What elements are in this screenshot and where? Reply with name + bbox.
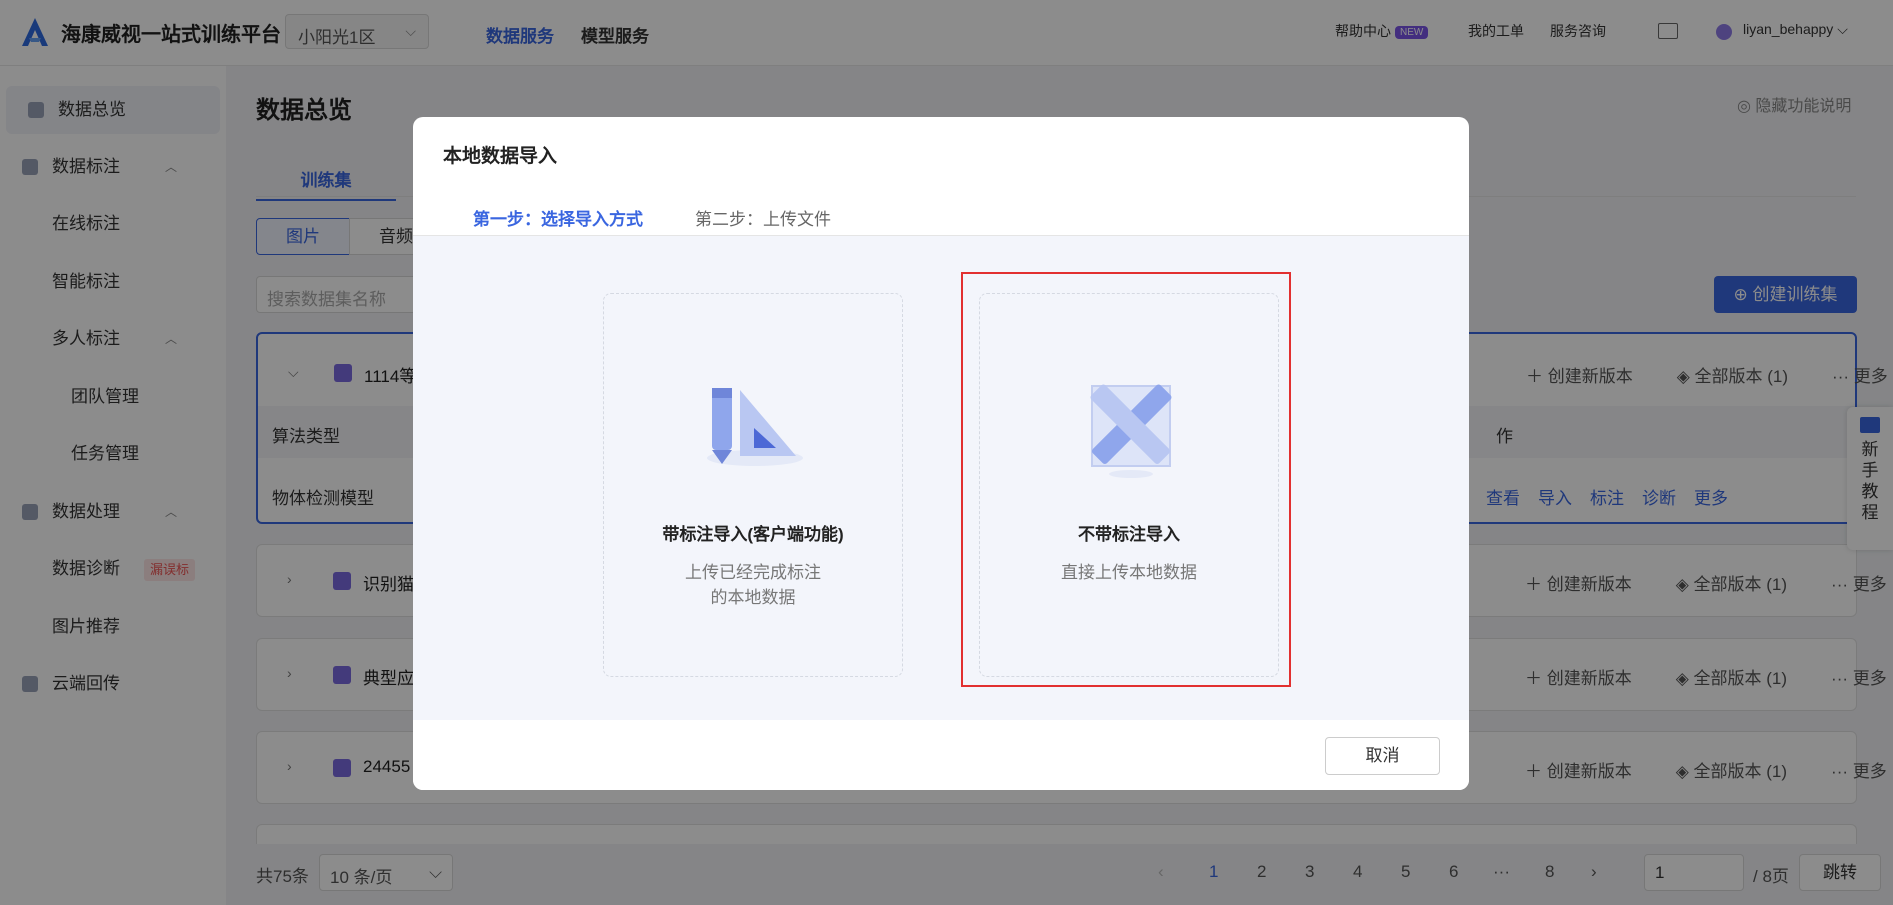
import-modal: 本地数据导入 第一步：选择导入方式 第二步：上传文件 带标注导入(客户端功能) …: [413, 117, 1469, 790]
cancel-button[interactable]: 取消: [1325, 737, 1440, 775]
option-labeled-title: 带标注导入(客户端功能): [662, 525, 844, 544]
option-labeled-import[interactable]: 带标注导入(客户端功能) 上传已经完成标注 的本地数据: [603, 293, 903, 677]
selection-highlight: [961, 272, 1291, 687]
modal-body: [413, 236, 1469, 720]
option-labeled-desc-line1: 上传已经完成标注: [685, 563, 821, 582]
modal-title: 本地数据导入: [443, 146, 558, 167]
ruler-pencil-icon: [707, 388, 803, 466]
modal-footer: [413, 720, 1469, 790]
option-labeled-desc: 上传已经完成标注 的本地数据: [604, 560, 902, 610]
tab-step-2[interactable]: 第二步：上传文件: [695, 205, 831, 230]
option-labeled-desc-line2: 的本地数据: [710, 588, 796, 607]
